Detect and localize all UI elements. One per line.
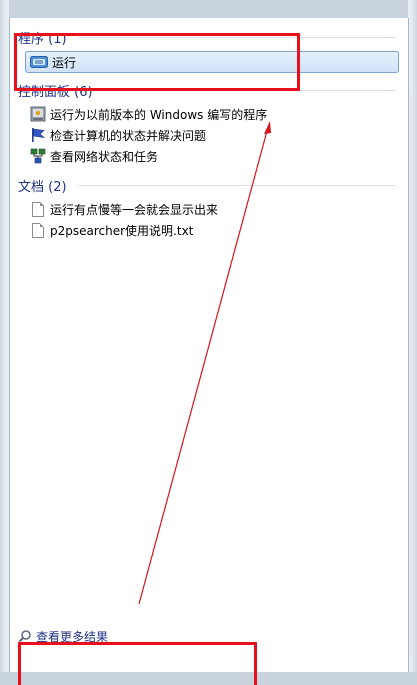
annotation-arrow <box>138 121 271 605</box>
